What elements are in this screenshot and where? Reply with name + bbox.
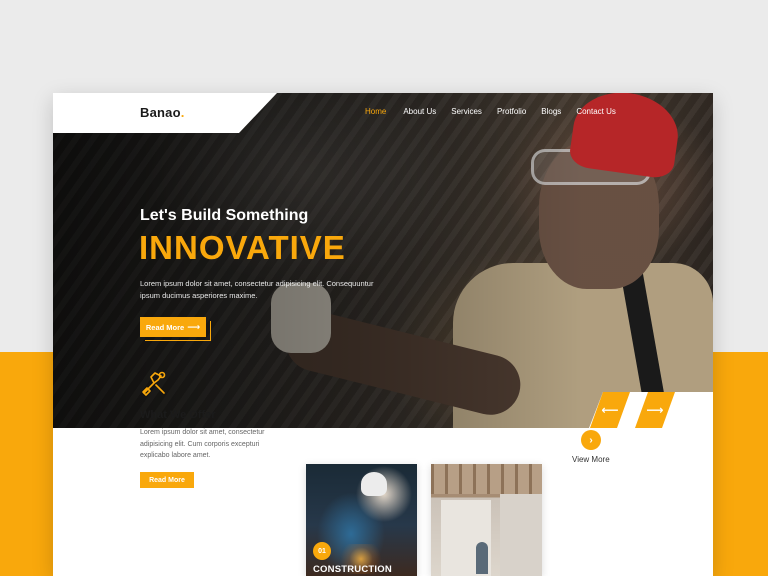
chevron-right-icon: › bbox=[581, 430, 601, 450]
arrow-left-icon: ⟵ bbox=[601, 403, 619, 417]
card-label: CONSTRUCTION bbox=[313, 564, 392, 575]
site-logo[interactable]: Banao. bbox=[140, 105, 185, 120]
hero-read-more-wrapper: Read More ⟶ bbox=[140, 317, 211, 341]
hero-subtitle: Let's Build Something bbox=[140, 207, 309, 224]
logo-dot: . bbox=[180, 105, 185, 120]
nav-home[interactable]: Home bbox=[365, 107, 386, 116]
arrow-right-icon: ⟶ bbox=[646, 403, 664, 417]
offer-read-more-button[interactable]: Read More bbox=[140, 472, 194, 488]
nav-contact-us[interactable]: Contact Us bbox=[576, 107, 616, 116]
hero-title: INNOVATIVE bbox=[139, 229, 346, 266]
offer-description: Lorem ipsum dolor sit amet, consectetur … bbox=[140, 429, 265, 459]
card-worker-cap-image bbox=[361, 472, 387, 496]
nav-services[interactable]: Services bbox=[451, 107, 482, 116]
nav-about-us[interactable]: About Us bbox=[403, 107, 436, 116]
slider-controls: ⟵ ⟶ bbox=[589, 392, 713, 428]
view-more-label: View More bbox=[572, 455, 610, 464]
hero-description: Lorem ipsum dolor sit amet, consectetur … bbox=[140, 279, 374, 300]
tools-icon bbox=[140, 369, 168, 397]
card-number-badge: 01 bbox=[313, 542, 331, 560]
service-card-construction[interactable]: 01 CONSTRUCTION bbox=[306, 464, 417, 576]
main-nav: Home About Us Services Protfolio Blogs C… bbox=[365, 107, 616, 116]
website-mockup: Banao. Home About Us Services Protfolio … bbox=[53, 93, 713, 576]
arrow-right-icon: ⟶ bbox=[187, 321, 201, 332]
hero-button-label: Read More bbox=[145, 322, 185, 332]
service-card-interior[interactable] bbox=[431, 464, 542, 576]
card-ceiling-beams-image bbox=[431, 464, 542, 494]
hero-read-more-button[interactable]: Read More ⟶ bbox=[140, 317, 206, 337]
nav-blogs[interactable]: Blogs bbox=[541, 107, 561, 116]
logo-text: Banao bbox=[140, 105, 181, 120]
nav-portfolio[interactable]: Protfolio bbox=[497, 107, 526, 116]
offer-title: What We Offer bbox=[140, 409, 216, 421]
card-worker-figure-image bbox=[476, 542, 488, 574]
